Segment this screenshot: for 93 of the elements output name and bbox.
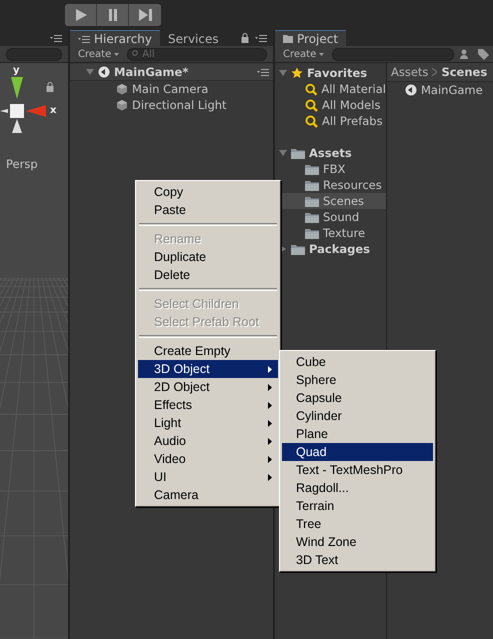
- submenu-arrow-icon: [268, 366, 272, 372]
- x-axis-label: x: [50, 105, 56, 116]
- search-icon: [305, 82, 318, 96]
- pause-icon: [108, 9, 118, 21]
- step-button[interactable]: [129, 4, 161, 26]
- expanded-arrow-icon[interactable]: [86, 68, 94, 76]
- pause-button[interactable]: [97, 4, 129, 26]
- folder-icon: [305, 212, 319, 222]
- menu-item[interactable]: Sphere: [282, 371, 433, 389]
- cube-icon: [116, 99, 128, 111]
- menu-item[interactable]: Paste: [138, 201, 278, 219]
- folder-item[interactable]: FBX: [275, 161, 386, 177]
- scene-view[interactable]: y x Persp: [0, 63, 68, 639]
- caret-icon: [319, 52, 324, 56]
- step-icon: [138, 9, 152, 21]
- lock-icon[interactable]: [46, 82, 54, 92]
- saved-search-item[interactable]: All Material: [275, 81, 386, 97]
- scene-row[interactable]: MainGame*: [70, 64, 273, 81]
- view-mode-label[interactable]: Persp: [6, 157, 38, 171]
- saved-search-item[interactable]: All Models: [275, 97, 386, 113]
- menu-item[interactable]: Tree: [282, 515, 433, 533]
- menu-item[interactable]: UI: [138, 468, 278, 486]
- menu-item[interactable]: Create Empty: [138, 342, 278, 360]
- submenu-arrow-icon: [268, 384, 272, 390]
- menu-item[interactable]: 2D Object: [138, 378, 278, 396]
- folder-icon: [305, 228, 319, 238]
- menu-item[interactable]: Cylinder: [282, 407, 433, 425]
- menu-icon[interactable]: [50, 34, 62, 42]
- folder-icon: [305, 164, 319, 174]
- menu-item[interactable]: 3D Object: [138, 360, 278, 378]
- tag-icon[interactable]: [478, 48, 489, 60]
- menu-item[interactable]: Ragdoll...: [282, 479, 433, 497]
- folder-icon: [305, 180, 319, 190]
- search-icon: [132, 50, 140, 58]
- saved-search-item[interactable]: All Prefabs: [275, 113, 386, 129]
- breadcrumb-item[interactable]: Assets: [391, 65, 428, 79]
- folder-icon: [291, 244, 305, 254]
- cube-icon: [116, 83, 128, 95]
- play-icon: [74, 9, 86, 21]
- menu-icon[interactable]: [255, 34, 267, 42]
- submenu-arrow-icon: [268, 420, 272, 426]
- create-button[interactable]: Create: [281, 48, 326, 60]
- menu-item[interactable]: Plane: [282, 425, 433, 443]
- lock-icon[interactable]: [241, 33, 249, 43]
- menu-item[interactable]: Light: [138, 414, 278, 432]
- submenu-arrow-icon: [268, 402, 272, 408]
- expanded-arrow-icon[interactable]: [279, 149, 287, 157]
- menu-item[interactable]: Delete: [138, 266, 278, 284]
- menu-item[interactable]: Copy: [138, 183, 278, 201]
- tree-section[interactable]: Assets: [275, 145, 386, 161]
- panel-tab[interactable]: Services: [160, 30, 227, 46]
- create-button[interactable]: Create: [76, 48, 122, 60]
- axis-gizmo-drawing: [0, 75, 48, 135]
- panel-tab[interactable]: Hierarchy: [70, 30, 160, 46]
- y-axis-label: y: [13, 65, 20, 76]
- folder-item[interactable]: Sound: [275, 209, 386, 225]
- folder-icon: [283, 34, 293, 42]
- folder-icon: [291, 148, 305, 158]
- menu-item[interactable]: Duplicate: [138, 248, 278, 266]
- menu-item[interactable]: Audio: [138, 432, 278, 450]
- folder-item[interactable]: Texture: [275, 225, 386, 241]
- search-icon: [305, 114, 318, 128]
- submenu-arrow-icon: [268, 456, 272, 462]
- submenu-arrow-icon: [268, 438, 272, 444]
- play-button[interactable]: [65, 4, 97, 26]
- panel-tab[interactable]: Project: [275, 30, 346, 46]
- hierarchy-item[interactable]: Main Camera: [70, 81, 273, 97]
- expanded-arrow-icon[interactable]: [279, 69, 287, 77]
- menu-item[interactable]: 3D Text: [282, 551, 433, 569]
- search-field[interactable]: [332, 48, 454, 60]
- menu-icon[interactable]: [78, 34, 90, 42]
- menu-item[interactable]: Wind Zone: [282, 533, 433, 551]
- submenu-arrow-icon: [268, 474, 272, 480]
- menu-item[interactable]: Terrain: [282, 497, 433, 515]
- menu-item[interactable]: Effects: [138, 396, 278, 414]
- menu-item[interactable]: Camera: [138, 486, 278, 504]
- tree-section[interactable]: Favorites: [275, 65, 386, 81]
- star-icon: [291, 67, 303, 79]
- menu-item[interactable]: Video: [138, 450, 278, 468]
- search-icon: [305, 98, 318, 112]
- menu-item[interactable]: Text - TextMeshPro: [282, 461, 433, 479]
- menu-icon[interactable]: [257, 68, 269, 76]
- search-field[interactable]: [6, 48, 62, 60]
- chevron-icon: [432, 68, 438, 76]
- folder-icon: [305, 196, 319, 206]
- menu-item[interactable]: Cube: [282, 353, 433, 371]
- folder-item[interactable]: Resources: [275, 177, 386, 193]
- breadcrumb-item[interactable]: Scenes: [441, 65, 488, 79]
- menu-item[interactable]: Capsule: [282, 389, 433, 407]
- hierarchy-item[interactable]: Directional Light: [70, 97, 273, 113]
- menu-item[interactable]: Quad: [282, 443, 433, 461]
- asset-item[interactable]: MainGame: [387, 82, 493, 98]
- caret-icon: [114, 52, 120, 56]
